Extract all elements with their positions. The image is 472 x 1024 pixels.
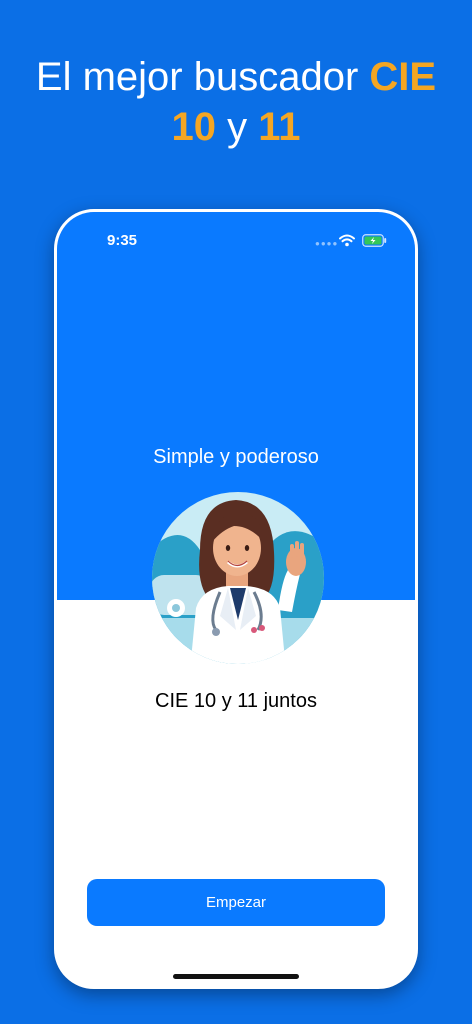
onboarding-caption: CIE 10 y 11 juntos	[155, 690, 317, 712]
promo-headline: El mejor buscador CIE 10 y 11	[0, 52, 472, 152]
headline-highlight-cie: CIE	[369, 55, 437, 99]
signal-dots-icon: ●●●●	[315, 239, 339, 248]
headline-prefix: El mejor buscador	[35, 55, 370, 99]
status-time: 9:35	[107, 232, 138, 249]
headline-connector: y	[215, 105, 259, 149]
onboarding-subtitle: Simple y poderoso	[153, 446, 319, 468]
headline-highlight-10: 10	[171, 105, 216, 149]
status-bar: 9:35 ●●●●	[57, 212, 415, 256]
home-indicator[interactable]	[173, 974, 299, 979]
doctor-waving-illustration	[152, 492, 324, 664]
phone-frame: 9:35 ●●●● Simple y poderoso CIE 10 y 11 …	[54, 209, 418, 989]
battery-charging-icon	[362, 234, 387, 247]
headline-line-2: 10 y 11	[0, 102, 472, 152]
wifi-icon	[339, 234, 355, 247]
start-button[interactable]: Empezar	[87, 879, 385, 926]
headline-line-1: El mejor buscador CIE	[0, 52, 472, 102]
headline-highlight-11: 11	[258, 105, 301, 149]
